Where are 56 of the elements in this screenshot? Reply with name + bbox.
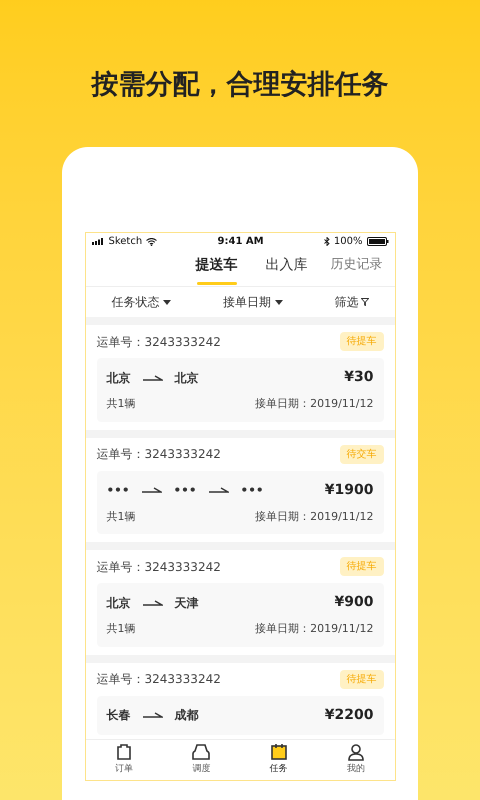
car-icon <box>191 743 212 762</box>
route-city: ••• <box>106 482 130 499</box>
order-price: ¥30 <box>344 368 374 387</box>
status-tag: 待提车 <box>340 670 384 688</box>
battery-percent: 100% <box>334 235 362 249</box>
waybill-number: 运单号：3243333242 <box>96 558 221 576</box>
caret-down-icon <box>163 300 172 304</box>
order-card[interactable]: 运单号：3243333242 待提车 北京 天津 ¥900 共1辆 接单日期：2019/11/12 <box>86 550 394 654</box>
caret-down-icon <box>274 300 283 304</box>
bag-icon <box>115 743 134 762</box>
vehicle-count: 共1辆 <box>106 621 136 637</box>
headline: 按需分配，合理安排任务 <box>92 68 388 102</box>
route-city: ••• <box>240 482 264 499</box>
carrier-name: Sketch <box>108 235 142 249</box>
filter-button[interactable]: 筛选 <box>334 293 369 311</box>
tab[interactable]: 提送车 <box>182 250 252 286</box>
waybill-number: 运单号：3243333242 <box>96 334 221 350</box>
status-tag: 待提车 <box>340 557 384 576</box>
nav-item[interactable]: 任务 <box>254 743 304 777</box>
vehicle-count: 共1辆 <box>106 508 136 524</box>
tab[interactable]: 出入库 <box>252 250 322 286</box>
order-price: ¥900 <box>334 593 374 612</box>
nav-item[interactable]: 我的 <box>330 743 381 777</box>
filter-icon <box>360 298 369 306</box>
route-city: 天津 <box>174 594 198 612</box>
order-date: 接单日期：2019/11/12 <box>255 621 374 637</box>
nav-item[interactable]: 订单 <box>99 743 150 777</box>
order-card[interactable]: 运单号：3243333242 待交车 ••• ••• ••• ¥1900 共1辆 接单日期：2019/11/12 <box>86 438 394 542</box>
order-date: 接单日期：2019/11/12 <box>255 396 374 412</box>
nav-item[interactable]: 调度 <box>176 743 226 777</box>
waybill-number: 运单号：3243333242 <box>96 671 221 688</box>
order-price: ¥2200 <box>324 706 374 724</box>
route-city: 北京 <box>106 370 130 386</box>
calendar-icon <box>270 743 288 762</box>
person-icon <box>346 743 365 762</box>
history-link[interactable]: 历史记录 <box>330 254 382 274</box>
order-price: ¥1900 <box>324 480 374 500</box>
signal-icon <box>92 238 104 245</box>
wifi-icon <box>146 238 158 246</box>
status-tag: 待交车 <box>340 444 384 464</box>
route-city: 北京 <box>174 370 198 386</box>
battery-icon <box>366 237 388 246</box>
order-card[interactable]: 运单号：3243333242 待提车 北京 北京 ¥30 共1辆 接单日期：2019/11/12 <box>86 325 394 430</box>
filter-button[interactable]: 接单日期 <box>222 293 283 311</box>
route-city: 长春 <box>106 707 130 724</box>
status-time: 9:41 AM <box>218 235 264 249</box>
bluetooth-icon <box>324 237 330 246</box>
route-city: ••• <box>174 482 197 499</box>
waybill-number: 运单号：3243333242 <box>96 446 221 463</box>
vehicle-count: 共1辆 <box>106 396 136 412</box>
route-city: 成都 <box>174 707 198 724</box>
route-city: 北京 <box>106 594 130 612</box>
order-date: 接单日期：2019/11/12 <box>255 508 374 524</box>
order-card[interactable]: 运单号：3243333242 待提车 长春 成都 ¥2200 <box>86 662 394 739</box>
status-tag: 待提车 <box>340 332 384 351</box>
filter-button[interactable]: 任务状态 <box>111 293 172 311</box>
